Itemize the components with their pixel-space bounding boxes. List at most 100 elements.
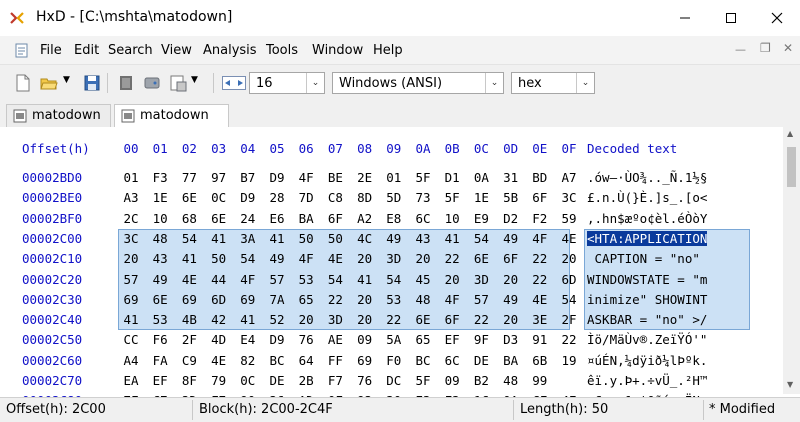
hex-byte[interactable]: 6C <box>442 353 462 368</box>
disk-dropdown-arrow-icon[interactable]: ▼ <box>191 75 198 85</box>
menu-help[interactable]: Help <box>373 43 403 58</box>
hex-byte[interactable]: F2 <box>530 211 550 226</box>
hex-byte[interactable]: 8F <box>179 373 199 388</box>
vertical-scrollbar[interactable]: ▲ ▼ <box>783 127 800 394</box>
hex-byte[interactable]: 59 <box>559 211 579 226</box>
hex-byte[interactable]: 54 <box>179 231 199 246</box>
decoded-text[interactable]: Ìö/MäÙv®.ZeïŸÓ'" <box>587 332 707 347</box>
hex-byte[interactable]: 43 <box>150 251 170 266</box>
hex-byte[interactable]: 91 <box>530 332 550 347</box>
decoded-text[interactable]: WINDOWSTATE = "m <box>587 272 707 287</box>
hex-byte[interactable]: C8 <box>325 190 345 205</box>
ram-editor-icon[interactable] <box>117 74 135 92</box>
hex-byte[interactable]: 4E <box>325 251 345 266</box>
hex-byte[interactable]: 5B <box>501 190 521 205</box>
decoded-text[interactable]: ¤úÉN,¼dÿið¼lÞºk. <box>587 353 707 368</box>
hex-byte[interactable]: 65 <box>296 292 316 307</box>
hex-byte[interactable]: 22 <box>530 251 550 266</box>
hex-byte[interactable]: E9 <box>471 211 491 226</box>
hex-byte[interactable]: CC <box>121 332 141 347</box>
hex-byte[interactable]: 6E <box>209 211 229 226</box>
hex-byte[interactable]: 6B <box>530 353 550 368</box>
minimize-button[interactable] <box>662 0 708 36</box>
hex-byte[interactable]: 43 <box>413 231 433 246</box>
hex-byte[interactable]: 48 <box>413 292 433 307</box>
hex-byte[interactable]: 22 <box>530 272 550 287</box>
display-mode-select[interactable]: hex ⌄ <box>511 72 595 94</box>
hex-byte[interactable]: 6F <box>325 211 345 226</box>
decoded-text[interactable]: £.n.Ù(}È.]s_.[o< <box>587 190 707 205</box>
hex-byte[interactable]: 31 <box>501 170 521 185</box>
hex-byte[interactable]: 28 <box>267 190 287 205</box>
hex-byte[interactable]: 41 <box>267 231 287 246</box>
hex-byte[interactable]: 5F <box>413 170 433 185</box>
hex-byte[interactable]: 54 <box>384 272 404 287</box>
hex-byte[interactable]: 4F <box>238 272 258 287</box>
hex-byte[interactable]: C9 <box>179 353 199 368</box>
hex-byte[interactable]: D9 <box>267 170 287 185</box>
menu-search[interactable]: Search <box>108 43 153 58</box>
hex-byte[interactable]: AE <box>325 332 345 347</box>
hex-byte[interactable]: EF <box>150 373 170 388</box>
hex-byte[interactable]: 4C <box>355 231 375 246</box>
hex-byte[interactable]: 1E <box>471 190 491 205</box>
hex-byte[interactable]: EF <box>442 332 462 347</box>
hex-byte[interactable]: DE <box>267 373 287 388</box>
hex-byte[interactable]: 54 <box>238 251 258 266</box>
hex-byte[interactable]: 77 <box>179 170 199 185</box>
decoded-text[interactable]: ,.hn$æºo¢èl.éÒòY <box>587 211 707 226</box>
hex-byte[interactable]: 41 <box>179 251 199 266</box>
hex-byte[interactable]: 19 <box>559 353 579 368</box>
hex-byte[interactable]: 20 <box>413 251 433 266</box>
hex-byte[interactable]: 76 <box>355 373 375 388</box>
hex-byte[interactable]: 48 <box>150 231 170 246</box>
charset-select[interactable]: Windows (ANSI) ⌄ <box>332 72 504 94</box>
hex-byte[interactable]: 5D <box>384 190 404 205</box>
hex-byte[interactable]: D2 <box>501 211 521 226</box>
hex-byte[interactable]: 4F <box>442 292 462 307</box>
hex-byte[interactable]: D9 <box>267 332 287 347</box>
hex-byte[interactable]: 6E <box>471 251 491 266</box>
hex-byte[interactable]: F6 <box>150 332 170 347</box>
hex-byte[interactable]: 20 <box>355 292 375 307</box>
hex-byte[interactable]: 22 <box>325 292 345 307</box>
scroll-down-icon[interactable]: ▼ <box>787 380 793 389</box>
hex-byte[interactable]: BC <box>413 353 433 368</box>
hex-byte[interactable]: A3 <box>121 190 141 205</box>
hex-byte[interactable]: 4F <box>296 170 316 185</box>
hex-byte[interactable]: 3D <box>471 272 491 287</box>
hex-byte[interactable]: 69 <box>355 353 375 368</box>
hex-byte[interactable]: 54 <box>471 231 491 246</box>
hex-byte[interactable]: 57 <box>471 292 491 307</box>
hex-byte[interactable]: 20 <box>501 272 521 287</box>
menu-view[interactable]: View <box>161 43 192 58</box>
hex-byte[interactable]: F7 <box>325 373 345 388</box>
hex-byte[interactable]: 6C <box>413 211 433 226</box>
hex-byte[interactable]: BA <box>501 353 521 368</box>
hex-byte[interactable]: D9 <box>238 190 258 205</box>
hex-byte[interactable]: 3D <box>384 251 404 266</box>
hex-byte[interactable]: BD <box>530 170 550 185</box>
hex-byte[interactable]: 10 <box>442 211 462 226</box>
hex-byte[interactable]: A2 <box>355 211 375 226</box>
hex-byte[interactable]: D1 <box>442 170 462 185</box>
hex-byte[interactable]: 49 <box>150 272 170 287</box>
open-folder-icon[interactable] <box>40 74 58 92</box>
bytes-per-row-select[interactable]: 16 ⌄ <box>249 72 325 94</box>
hex-byte[interactable]: 79 <box>209 373 229 388</box>
hex-byte[interactable]: 49 <box>501 231 521 246</box>
hex-byte[interactable]: 20 <box>121 251 141 266</box>
hex-byte[interactable]: 20 <box>355 251 375 266</box>
hex-byte[interactable]: 76 <box>296 332 316 347</box>
hex-byte[interactable]: 65 <box>413 332 433 347</box>
decoded-text[interactable]: ASKBAR = "no" >/ <box>587 312 707 327</box>
hex-byte[interactable]: 82 <box>238 353 258 368</box>
hex-byte[interactable]: 2B <box>296 373 316 388</box>
hex-byte[interactable]: 52 <box>267 312 287 327</box>
hex-byte[interactable]: 41 <box>121 312 141 327</box>
hex-byte[interactable]: B2 <box>471 373 491 388</box>
hex-byte[interactable]: 4D <box>209 332 229 347</box>
hex-byte[interactable]: 4F <box>296 251 316 266</box>
hex-byte[interactable]: 41 <box>355 272 375 287</box>
hex-byte[interactable]: 53 <box>150 312 170 327</box>
